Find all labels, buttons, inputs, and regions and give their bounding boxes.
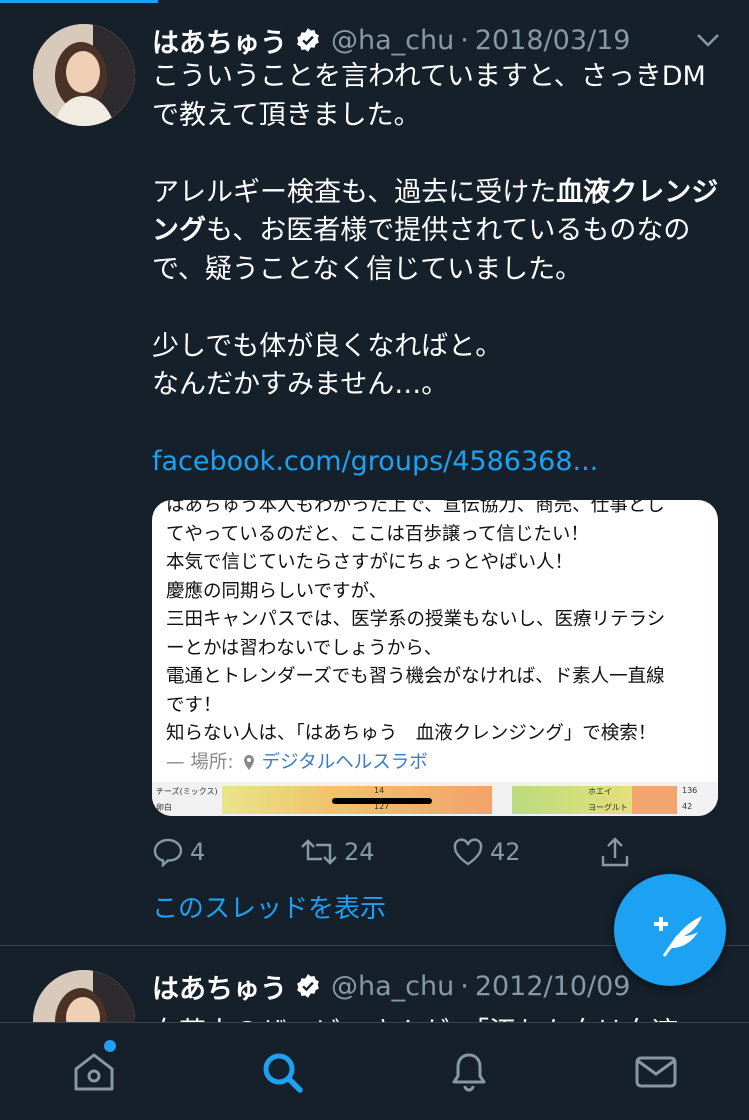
tweet-text: こういうことを言われていますと、さっきDMで教えて頂きました。 アレルギー検査も… [152, 58, 727, 482]
media-image[interactable]: はあちゅう本人もわかった上で、宣伝協力、商売、仕事とし てやっているのだと、ここ… [152, 500, 718, 816]
retweet-button[interactable]: 24 [300, 834, 375, 870]
separator-dot: · [460, 24, 469, 56]
home-icon[interactable] [71, 1049, 117, 1095]
media-location: — 場所: デジタルヘルスラボ [166, 749, 708, 778]
share-button[interactable] [599, 834, 637, 870]
media-line: 知らない人は、「はあちゅう 血液クレンジング」で検索！ [166, 723, 657, 744]
chart-label: ホエイ [588, 787, 612, 796]
chart-label: 42 [682, 802, 693, 811]
like-button[interactable]: 42 [452, 834, 521, 870]
like-count: 42 [490, 838, 521, 866]
separator-dot: · [460, 970, 469, 1002]
chart-label: 14 [374, 786, 385, 795]
loading-progress-bar [0, 0, 158, 3]
display-name[interactable]: はあちゅう [152, 21, 287, 60]
user-handle[interactable]: @ha_chu [331, 971, 454, 1002]
chart-label: 卵白 [156, 803, 172, 812]
media-line: てやっているのだと、ここは百歩譲って信じたい！ [166, 523, 589, 545]
tweet-header: はあちゅう @ha_chu · 2018/03/19 [152, 20, 630, 60]
compose-tweet-button[interactable] [614, 874, 726, 986]
text-span: も、お医者様で提供されているものなので、疑うことなく信じていました。 [152, 215, 691, 285]
location-pin-icon [243, 754, 254, 770]
location-label: — 場所: [166, 751, 234, 773]
media-line: 三田キャンパスでは、医学系の授業もないし、医療リテラシ [166, 609, 666, 630]
display-name[interactable]: はあちゅう [152, 967, 287, 1006]
chart-label: ヨーグルト [588, 803, 628, 812]
show-thread-link[interactable]: このスレッドを表示 [152, 888, 386, 925]
chart-label: 136 [682, 786, 698, 795]
user-handle[interactable]: @ha_chu [331, 25, 454, 56]
tweet-actions: 4 24 42 [152, 834, 652, 870]
reply-count: 4 [190, 838, 206, 866]
retweet-count: 24 [344, 838, 375, 866]
media-line: です！ [166, 694, 222, 716]
messages-icon[interactable] [633, 1049, 679, 1095]
verified-badge-icon [297, 974, 319, 998]
reply-button[interactable]: 4 [152, 834, 205, 870]
chevron-down-icon[interactable] [695, 30, 721, 50]
search-icon[interactable] [259, 1049, 305, 1095]
tweet-line: なんだかすみません…。 [152, 369, 449, 400]
media-line: はあちゅう本人もわかった上で、宣伝協力、商売、仕事とし [166, 500, 665, 516]
tweet-date[interactable]: 2018/03/19 [475, 25, 631, 56]
heart-icon [453, 838, 483, 866]
tweet-paragraph: アレルギー検査も、過去に受けた血液クレンジングも、お医者様で提供されているものな… [152, 174, 727, 290]
media-line: 本気で信じていたらさすがにちょっとやばい人！ [166, 552, 574, 573]
media-line: 慶應の同期らしいですが、 [166, 580, 388, 602]
bottom-navigation [0, 1022, 749, 1120]
chart-label: チーズ(ミックス) [156, 787, 218, 796]
location-name: デジタルヘルスラボ [261, 751, 428, 773]
tweet-date[interactable]: 2012/10/09 [475, 971, 631, 1002]
media-scrub-handle[interactable] [332, 798, 432, 804]
compose-feather-icon [654, 916, 702, 957]
tweet-line: 少しでも体が良くなればと。 [152, 330, 503, 362]
notifications-icon[interactable] [446, 1049, 492, 1095]
media-line: 電通とトレンダーズでも習う機会がなければ、ド素人一直線 [166, 666, 665, 687]
media-caption: はあちゅう本人もわかった上で、宣伝協力、商売、仕事とし てやっているのだと、ここ… [166, 500, 708, 777]
verified-badge-icon [297, 28, 319, 52]
tweet-link[interactable]: facebook.com/groups/4586368... [152, 443, 727, 482]
retweet-icon [301, 839, 337, 865]
share-icon [601, 837, 629, 867]
tweet-paragraph: こういうことを言われていますと、さっきDMで教えて頂きました。 [152, 61, 706, 131]
tweet-header: はあちゅう @ha_chu · 2012/10/09 [152, 966, 630, 1006]
media-chart-strip: チーズ(ミックス) 14 ホエイ 136 卵白 127 ヨーグルト 42 [152, 782, 718, 816]
text-span: アレルギー検査も、過去に受けた [152, 176, 557, 208]
media-line: ーとかは習わないでしょうから、 [166, 637, 443, 659]
new-content-indicator-dot [104, 1040, 116, 1052]
avatar[interactable] [33, 24, 135, 126]
reply-icon [153, 838, 183, 867]
